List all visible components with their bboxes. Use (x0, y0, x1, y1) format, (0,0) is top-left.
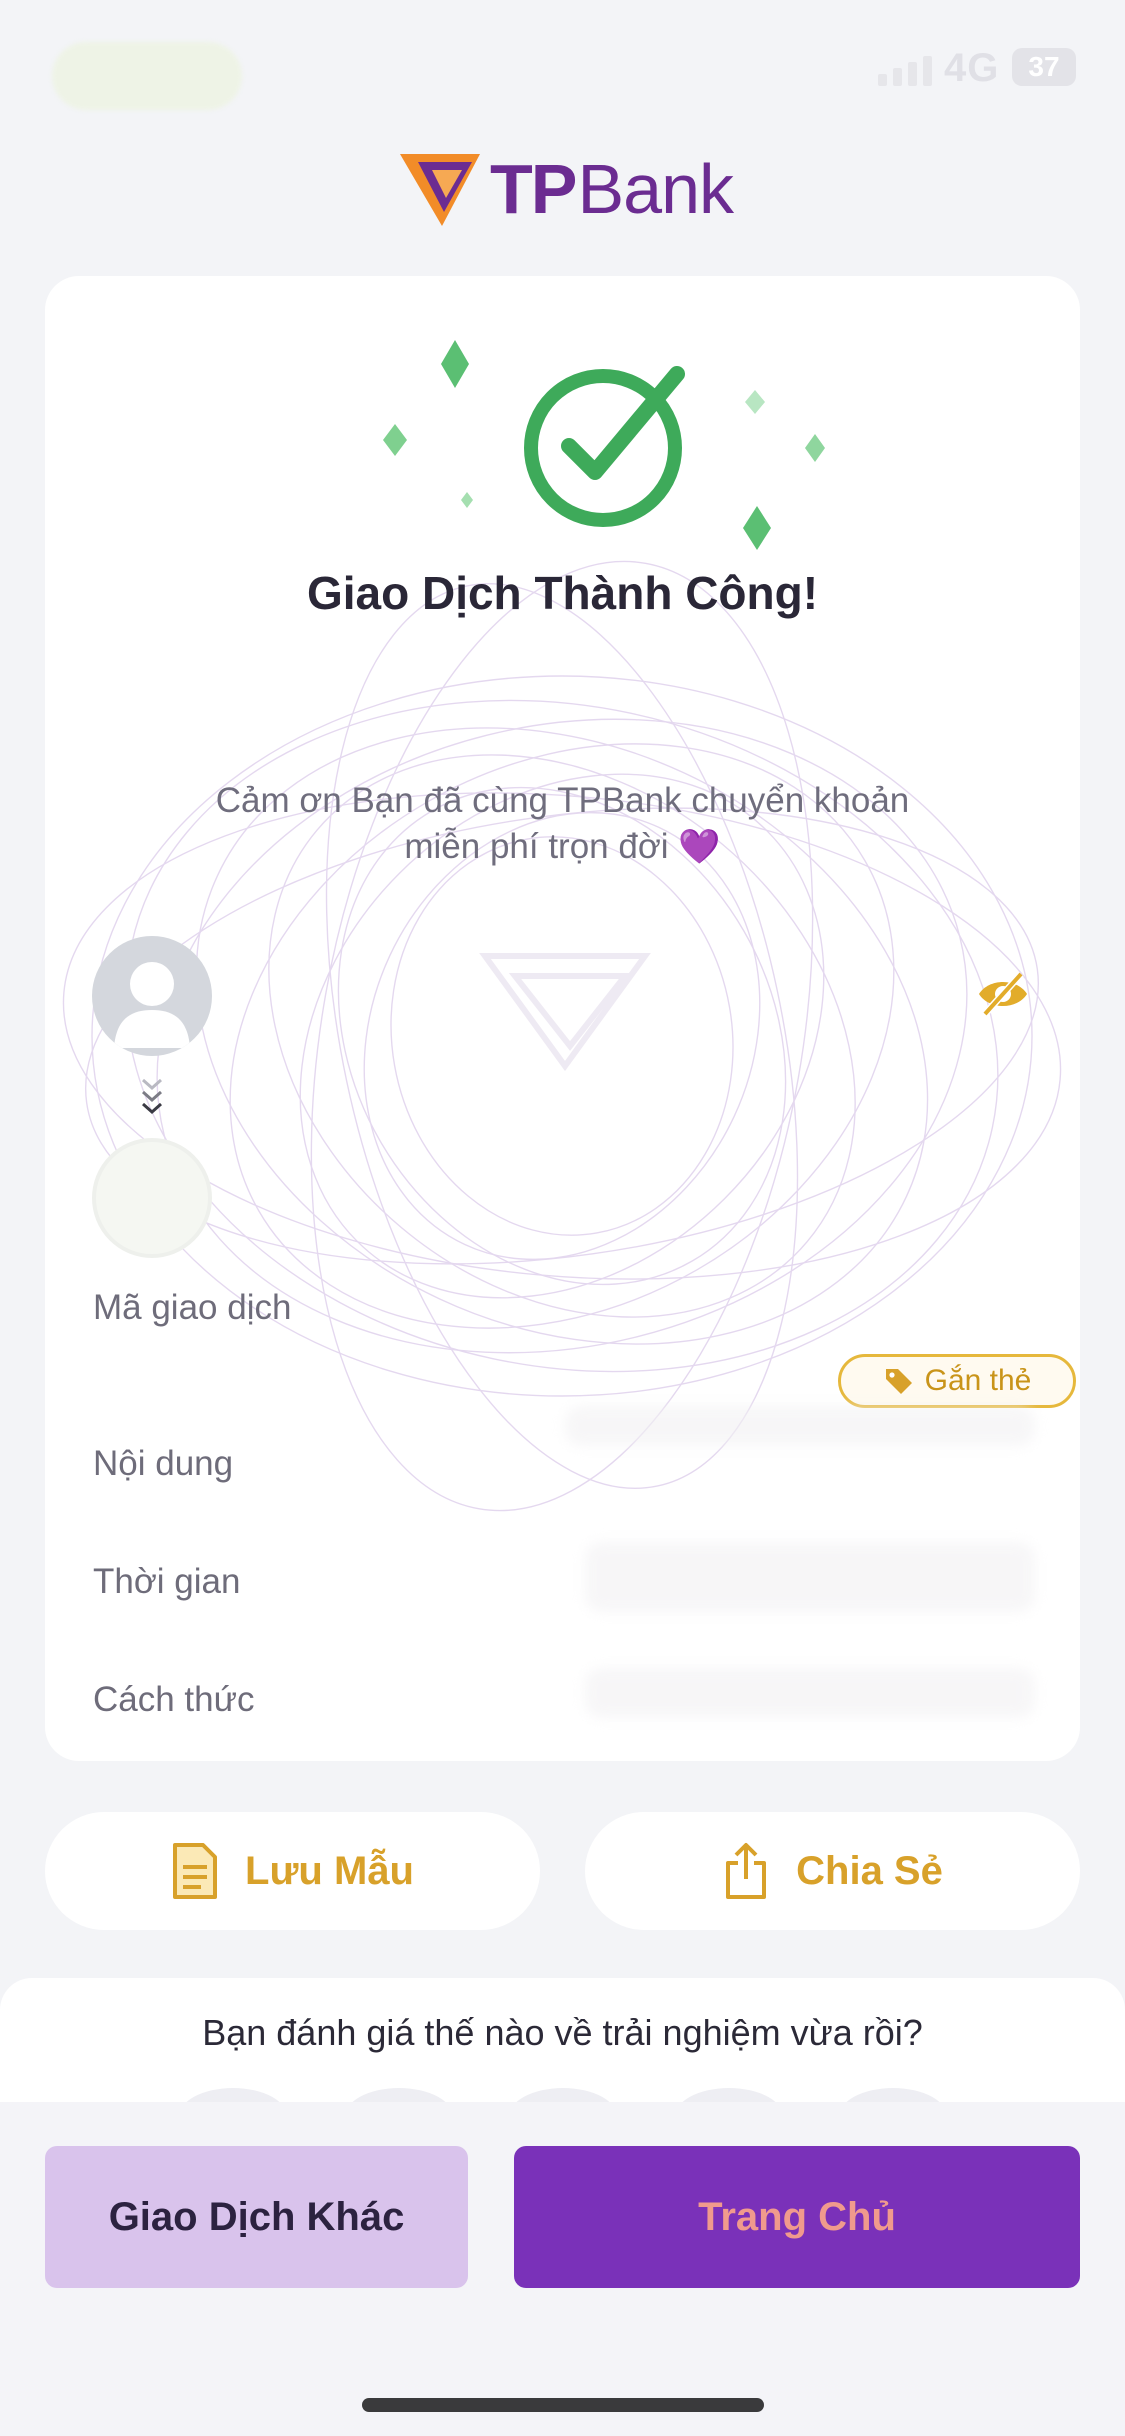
check-circle-icon (383, 340, 825, 550)
signal-icon (878, 56, 932, 86)
tpbank-logo-icon (400, 154, 480, 226)
status-bar: 4G 37 (0, 0, 1125, 140)
success-title: Giao Dịch Thành Công! (306, 567, 819, 619)
field-transaction-id-label: Mã giao dịch (93, 1288, 292, 1327)
logo-text-bank: Bank (577, 150, 734, 228)
home-indicator[interactable] (362, 2398, 764, 2412)
share-button[interactable]: Chia Sẻ (585, 1812, 1080, 1930)
thanks-message: Cảm ơn Bạn đã cùng TPBank chuyển khoản m… (165, 778, 960, 870)
network-type: 4G (944, 46, 1000, 90)
redacted-content-value (565, 1406, 1035, 1446)
chevron-down-icon (142, 1078, 162, 1115)
thanks-line-2: miễn phí trọn đời 💜 (165, 824, 960, 870)
battery-icon: 37 (1012, 48, 1076, 86)
tag-icon (885, 1369, 912, 1394)
person-icon (114, 962, 190, 1048)
logo-text-tp: TP (490, 150, 577, 228)
tag-button-label: Gắn thẻ (924, 1364, 1032, 1397)
tag-button[interactable]: Gắn thẻ (838, 1354, 1076, 1408)
eye-off-icon[interactable] (975, 966, 1031, 1022)
redacted-time-value (585, 1542, 1035, 1612)
sender-avatar (92, 936, 212, 1056)
status-time-pill (52, 42, 242, 110)
other-transaction-button[interactable]: Giao Dịch Khác (45, 2146, 468, 2288)
document-icon (173, 1843, 218, 1899)
field-method-label: Cách thức (93, 1680, 255, 1719)
share-label: Chia Sẻ (796, 1848, 943, 1893)
thanks-line-1: Cảm ơn Bạn đã cùng TPBank chuyển khoản (215, 781, 910, 820)
field-content-label: Nội dung (93, 1444, 234, 1483)
share-icon (726, 1843, 767, 1899)
thanks-line-2-text: miễn phí trọn đời (404, 827, 669, 866)
purple-heart-icon: 💜 (678, 828, 721, 866)
save-template-button[interactable]: Lưu Mẫu (45, 1812, 540, 1930)
tpbank-logo: TP Bank (398, 148, 734, 230)
save-template-label: Lưu Mẫu (245, 1848, 414, 1893)
receipt-card: Giao Dịch Thành Công! Cảm ơn Bạn đã cùng… (45, 276, 1080, 1761)
redacted-method-value (585, 1668, 1035, 1718)
recipient-avatar (92, 1138, 212, 1258)
home-button[interactable]: Trang Chủ (514, 2146, 1080, 2288)
field-time-label: Thời gian (93, 1562, 241, 1601)
rating-question: Bạn đánh giá thế nào về trải nghiệm vừa … (202, 2012, 923, 2053)
